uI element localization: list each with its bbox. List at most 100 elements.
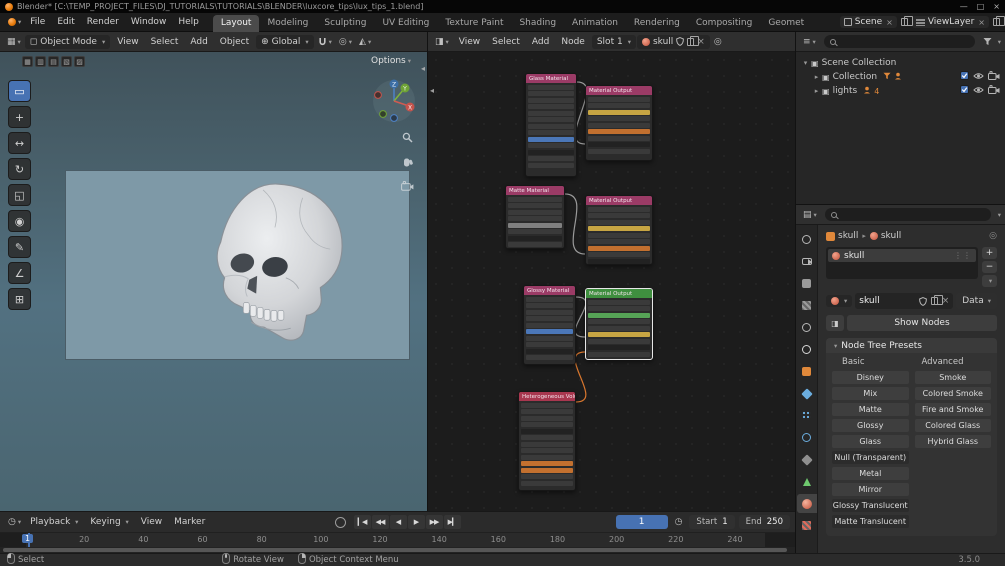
node-row[interactable] — [588, 326, 650, 331]
node-row[interactable] — [528, 130, 574, 135]
preview-range-clock-icon[interactable]: ◷ — [672, 517, 686, 527]
close-button[interactable]: × — [993, 2, 1000, 11]
rotate-tool[interactable]: ↻ — [8, 158, 31, 180]
scene-selector[interactable]: Scene × — [840, 16, 897, 28]
properties-tab-render[interactable] — [797, 252, 817, 271]
sidebar-toggle-icon[interactable]: ◂ — [421, 64, 425, 73]
node-row[interactable] — [521, 403, 573, 408]
nodetree-icon-button[interactable]: ◨ — [826, 315, 844, 331]
node-row[interactable] — [521, 474, 573, 479]
node-row[interactable] — [588, 136, 650, 141]
remove-slot-button[interactable]: − — [982, 261, 997, 273]
show-nodes-button[interactable]: Show Nodes — [847, 315, 997, 331]
node-row[interactable] — [588, 123, 650, 128]
node-row[interactable] — [521, 435, 573, 440]
node-row[interactable] — [528, 111, 574, 116]
viewport-canvas[interactable]: ▦▥▤▧▨ Options▾ ▭+↔↻◱◉✎∠⊞ Z Y X — [0, 52, 427, 511]
node-row[interactable] — [508, 229, 562, 234]
mode-strip-icon-0[interactable]: ▦ — [22, 56, 33, 67]
properties-tab-physics[interactable] — [797, 428, 817, 447]
node-menu-select[interactable]: Select — [486, 35, 526, 49]
properties-tab-view-layer[interactable] — [797, 296, 817, 315]
viewport-menu-add[interactable]: Add — [184, 35, 213, 49]
unlink-scene-icon[interactable]: × — [886, 18, 893, 27]
workspace-tab-shading[interactable]: Shading — [511, 15, 564, 32]
preset-colored-glass[interactable]: Colored Glass — [915, 419, 992, 432]
material-name-field[interactable]: skull × — [855, 293, 953, 309]
blender-app-menu[interactable]: ▾ — [5, 17, 24, 27]
preset-glossy-translucent[interactable]: Glossy Translucent — [832, 499, 909, 512]
filter-icon[interactable] — [980, 37, 995, 46]
node-row[interactable] — [521, 442, 573, 447]
pin-id-icon[interactable]: ◎ — [989, 231, 997, 241]
preset-mix[interactable]: Mix — [832, 387, 909, 400]
menu-file[interactable]: File — [24, 15, 51, 29]
node-row[interactable] — [588, 116, 650, 121]
node-row[interactable] — [508, 216, 562, 221]
add-slot-button[interactable]: + — [982, 247, 997, 259]
viewport-options-dropdown[interactable]: Options▾ — [371, 56, 411, 66]
node-row[interactable] — [528, 98, 574, 103]
node-row[interactable] — [528, 150, 574, 155]
transform-tool[interactable]: ◉ — [8, 210, 31, 232]
preset-glass[interactable]: Glass — [832, 435, 909, 448]
node-row[interactable] — [521, 448, 573, 453]
scale-tool[interactable]: ◱ — [8, 184, 31, 206]
properties-tab-constraints[interactable] — [797, 450, 817, 469]
menu-render[interactable]: Render — [81, 15, 125, 29]
properties-tab-tool[interactable] — [797, 230, 817, 249]
proportional-editing-icon[interactable]: ◎▾ — [336, 37, 355, 47]
hide-eye-toggle[interactable] — [973, 72, 984, 83]
properties-tab-texture[interactable] — [797, 516, 817, 535]
node-row[interactable] — [526, 303, 573, 308]
new-viewlayer-button[interactable] — [993, 18, 1000, 26]
disable-render-toggle[interactable] — [988, 85, 1000, 97]
menu-window[interactable]: Window — [125, 15, 173, 29]
material-slot-item[interactable]: skull ⋮⋮ — [828, 249, 976, 262]
outliner-search-input[interactable] — [824, 35, 975, 48]
node-row[interactable] — [528, 143, 574, 148]
new-material-icon[interactable] — [687, 38, 694, 46]
scrollbar-thumb[interactable] — [3, 548, 787, 552]
start-frame-field[interactable]: Start1 — [689, 515, 734, 529]
node-row[interactable] — [526, 342, 573, 347]
expand-arrow-icon[interactable]: ▸ — [811, 73, 822, 81]
node-row[interactable] — [521, 481, 573, 486]
mode-selector[interactable]: ◻ Object Mode▾ — [25, 35, 110, 49]
node-row[interactable] — [588, 207, 650, 212]
node-row[interactable] — [508, 242, 562, 247]
properties-tab-material[interactable] — [797, 494, 817, 513]
node-row[interactable] — [508, 223, 562, 228]
properties-tab-object-data[interactable] — [797, 472, 817, 491]
timeline-menu-playback[interactable]: Playback ▾ — [24, 515, 84, 529]
gizmos-dropdown-icon[interactable]: ◭▾ — [356, 37, 374, 47]
mode-strip-icon-4[interactable]: ▨ — [74, 56, 85, 67]
end-frame-field[interactable]: End250 — [739, 515, 790, 529]
node-row[interactable] — [588, 313, 650, 318]
node-row[interactable] — [526, 355, 573, 360]
node-glass-material[interactable]: Glass Material — [525, 73, 577, 177]
unlink-material-icon[interactable]: × — [942, 296, 950, 306]
properties-tab-world[interactable] — [797, 340, 817, 359]
checkbox-toggle[interactable] — [960, 85, 969, 97]
play-reverse-button[interactable]: ◀ — [390, 515, 407, 529]
new-scene-button[interactable] — [901, 18, 908, 26]
region-toggle-icon[interactable]: ◂ — [430, 86, 434, 95]
editor-type-button[interactable]: ◨▾ — [432, 36, 452, 48]
node-row[interactable] — [588, 149, 650, 154]
preset-mirror[interactable]: Mirror — [832, 483, 909, 496]
expand-arrow-icon[interactable]: ▾ — [800, 59, 811, 67]
current-frame-field[interactable]: 1 — [616, 515, 668, 529]
viewlayer-selector[interactable]: ViewLayer × — [912, 16, 989, 28]
link-mode-dropdown[interactable]: Data▾ — [956, 293, 997, 309]
preset-null-transparent[interactable]: Null (Transparent) — [832, 451, 909, 464]
node-row[interactable] — [588, 332, 650, 337]
preset-matte[interactable]: Matte — [832, 403, 909, 416]
node-row[interactable] — [526, 310, 573, 315]
camera-view-icon[interactable] — [401, 181, 414, 194]
node-row[interactable] — [526, 336, 573, 341]
annotate-tool[interactable]: ✎ — [8, 236, 31, 258]
preset-disney[interactable]: Disney — [832, 371, 909, 384]
next-key-button[interactable]: ▶▶ — [426, 515, 443, 529]
node-row[interactable] — [588, 239, 650, 244]
